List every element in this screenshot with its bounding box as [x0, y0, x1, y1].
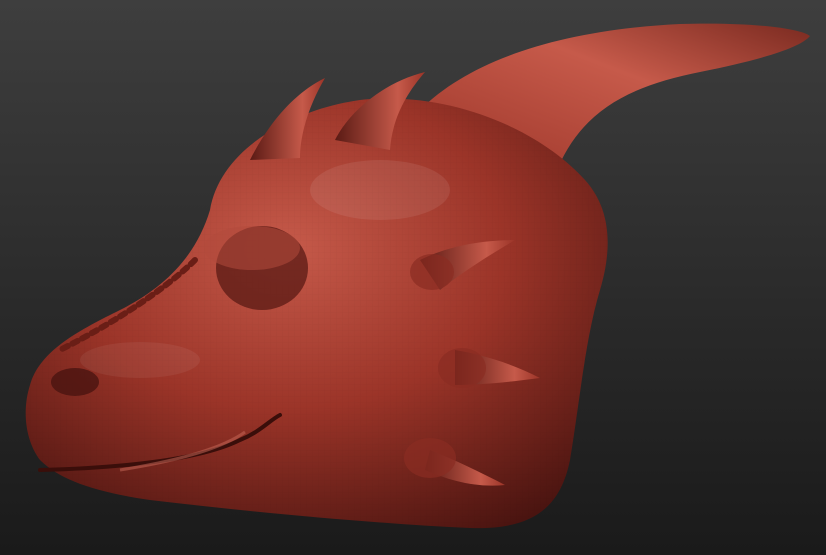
snout-highlight — [80, 342, 200, 378]
nostril — [51, 368, 99, 396]
cheek-spike-middle-base — [438, 348, 486, 388]
sculpt-viewport[interactable] — [0, 0, 826, 555]
cheek-spike-upper-base — [410, 254, 454, 290]
forehead-highlight — [310, 160, 450, 220]
viewport-canvas — [0, 0, 826, 555]
eye-ridge — [204, 226, 300, 270]
jaw-spike-base — [404, 438, 456, 478]
